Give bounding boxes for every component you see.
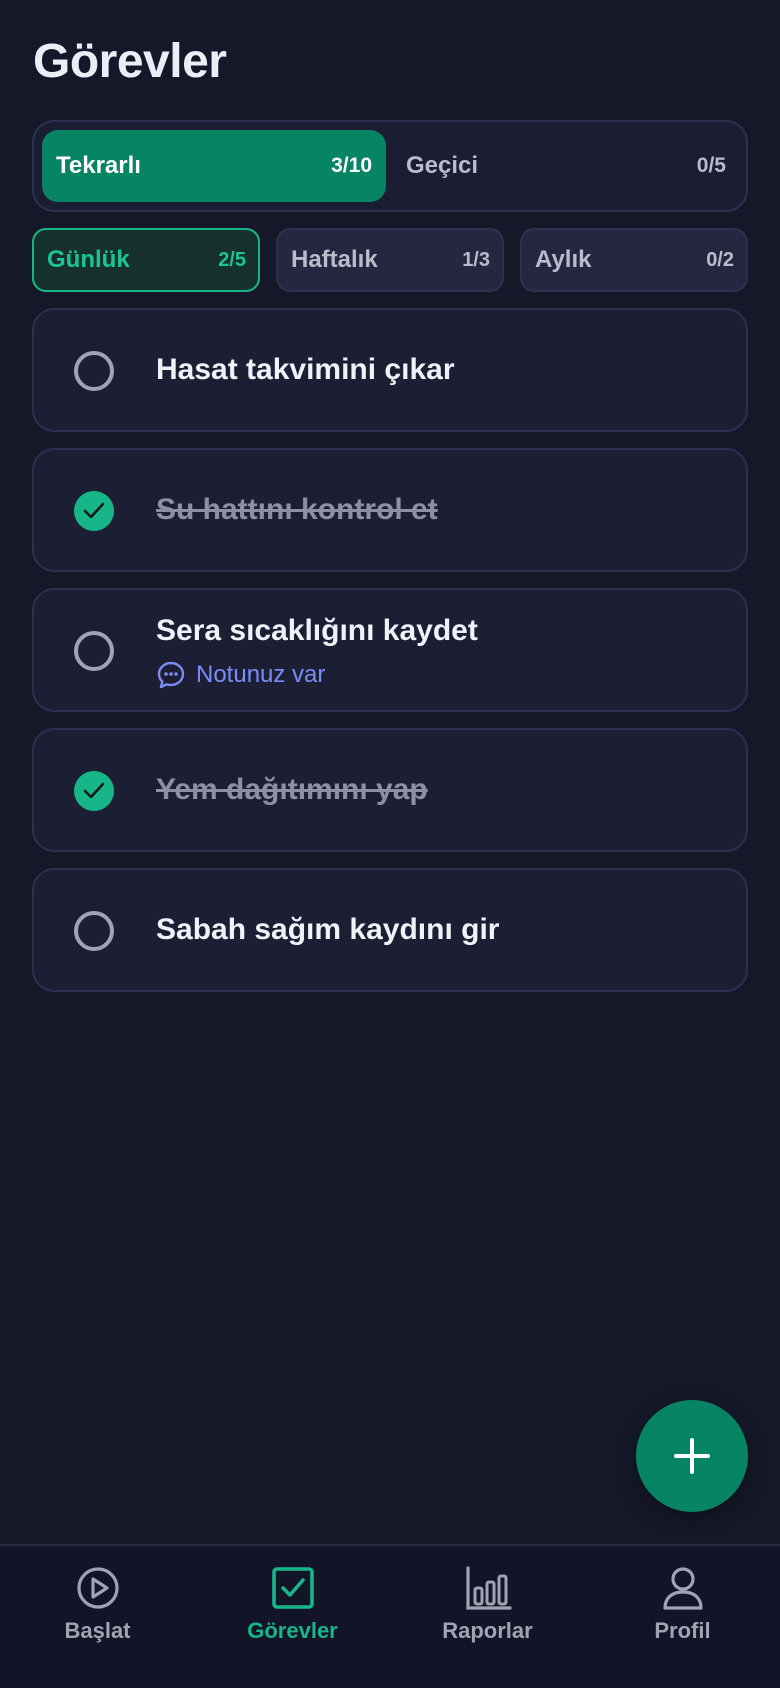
task-checkbox[interactable] — [74, 911, 114, 951]
segment-label: Geçici — [406, 152, 479, 179]
tab-count: 2/5 — [218, 248, 246, 271]
add-task-button[interactable] — [636, 1400, 748, 1512]
plus-icon — [674, 1438, 710, 1474]
task-type-segment: Tekrarlı 3/10 Geçici 0/5 — [32, 120, 748, 212]
task-title: Sera sıcaklığını kaydet — [156, 614, 478, 647]
task-checkbox[interactable] — [74, 631, 114, 671]
nav-label: Raporlar — [442, 1618, 533, 1643]
checkmark-icon — [83, 502, 105, 519]
segment-count: 3/10 — [331, 154, 372, 177]
task-card[interactable]: Yem dağıtımını yap — [32, 728, 748, 852]
task-checkbox-checked[interactable] — [74, 771, 114, 811]
play-circle-icon — [76, 1567, 119, 1609]
segment-temporary[interactable]: Geçici 0/5 — [386, 130, 740, 202]
tab-label: Aylık — [535, 246, 592, 273]
tab-daily[interactable]: Günlük 2/5 — [32, 228, 260, 292]
tab-monthly[interactable]: Aylık 0/2 — [520, 228, 748, 292]
segment-recurring[interactable]: Tekrarlı 3/10 — [42, 130, 386, 202]
task-title: Su hattını kontrol et — [156, 493, 438, 526]
task-card[interactable]: Hasat takvimini çıkar — [32, 308, 748, 432]
segment-label: Tekrarlı — [56, 152, 141, 179]
task-title: Sabah sağım kaydını gir — [156, 913, 500, 946]
task-card[interactable]: Sabah sağım kaydını gir — [32, 868, 748, 992]
nav-label: Görevler — [247, 1618, 338, 1643]
nav-item-tasks[interactable]: Görevler — [195, 1564, 390, 1664]
tab-count: 1/3 — [462, 248, 490, 271]
tab-label: Haftalık — [291, 246, 378, 273]
chat-bubble-icon — [157, 661, 185, 689]
bottom-navigation: Başlat Görevler Raporlar Profil — [0, 1544, 780, 1688]
task-note-text: Notunuz var — [196, 661, 326, 688]
segment-count: 0/5 — [696, 154, 726, 177]
task-checkbox-checked[interactable] — [74, 491, 114, 531]
bar-chart-icon — [465, 1566, 512, 1610]
task-title: Hasat takvimini çıkar — [156, 353, 455, 386]
checkbox-icon — [271, 1567, 314, 1609]
checkmark-icon — [83, 782, 105, 799]
nav-item-reports[interactable]: Raporlar — [390, 1564, 585, 1664]
tab-label: Günlük — [47, 246, 130, 273]
tasks-screen: Görevler Tekrarlı 3/10 Geçici 0/5 Günlük… — [0, 0, 780, 1688]
tab-count: 0/2 — [706, 248, 734, 271]
tab-weekly[interactable]: Haftalık 1/3 — [276, 228, 504, 292]
nav-item-start[interactable]: Başlat — [0, 1564, 195, 1664]
task-card[interactable]: Su hattını kontrol et — [32, 448, 748, 572]
nav-label: Profil — [654, 1618, 711, 1643]
task-checkbox[interactable] — [74, 351, 114, 391]
user-icon — [662, 1567, 703, 1610]
nav-label: Başlat — [64, 1618, 131, 1643]
page-title: Görevler — [33, 35, 227, 88]
task-title: Yem dağıtımını yap — [156, 773, 428, 806]
nav-item-profile[interactable]: Profil — [585, 1564, 780, 1664]
task-card[interactable]: Sera sıcaklığını kaydet Notunuz var — [32, 588, 748, 712]
task-note-link[interactable]: Notunuz var — [156, 660, 325, 690]
